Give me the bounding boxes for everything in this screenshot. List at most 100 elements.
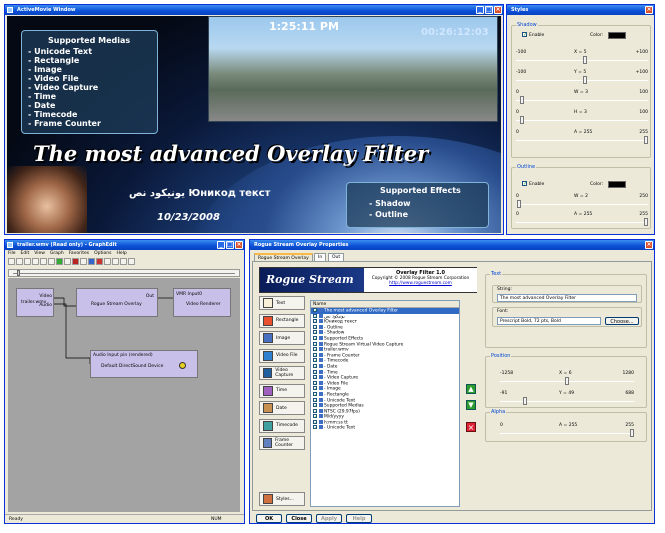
items-list[interactable]: Name ✓ The most advanced Overlay Filter ✓ ی… xyxy=(310,300,460,507)
add-video-file-button[interactable]: Video File xyxy=(259,348,305,363)
add-frame-counter-button[interactable]: Frame Counter xyxy=(259,436,305,450)
overlay-filter-node[interactable]: Rogue Stream Overlay Out xyxy=(76,288,158,317)
shadow-color-swatch[interactable] xyxy=(608,32,626,39)
vmr-input-pin[interactable]: VMR Input0 xyxy=(176,292,202,297)
add-timecode-button[interactable]: Timecode xyxy=(259,418,305,433)
save-icon[interactable] xyxy=(24,258,31,265)
source-video-pin[interactable]: Video xyxy=(39,294,52,299)
overlay-out-pin[interactable]: Out xyxy=(146,294,154,299)
string-input[interactable]: The most advanced Overlay Filter xyxy=(497,294,637,302)
ok-button[interactable]: OK xyxy=(256,514,282,523)
seek-bar[interactable] xyxy=(8,269,240,277)
menu-item-graph[interactable]: Graph xyxy=(50,251,64,256)
play-icon[interactable] xyxy=(56,258,63,265)
frame-step-icon[interactable] xyxy=(80,258,87,265)
check-icon[interactable]: ✓ xyxy=(313,369,317,374)
check-icon[interactable]: ✓ xyxy=(313,363,317,368)
check-icon[interactable]: ✓ xyxy=(313,308,317,313)
menu-item-edit[interactable]: Edit xyxy=(21,251,30,256)
check-icon[interactable]: ✓ xyxy=(313,347,317,352)
activemovie-window[interactable]: ActiveMovie Window _ □ × 1:25:11 PM 00:26:… xyxy=(4,4,504,235)
help-button[interactable]: Help xyxy=(346,514,372,523)
check-icon[interactable]: ✓ xyxy=(313,380,317,385)
seek-thumb[interactable] xyxy=(17,270,20,276)
properties-close-button[interactable]: × xyxy=(645,241,653,249)
slider-thumb[interactable] xyxy=(644,136,648,144)
refresh-icon[interactable] xyxy=(112,258,119,265)
styles-button[interactable]: Styles... xyxy=(259,492,305,506)
dsound-renderer-node[interactable]: Audio Input pin (rendered) Default Direct… xyxy=(90,350,198,378)
check-icon[interactable]: ✓ xyxy=(313,386,317,391)
slider-thumb[interactable] xyxy=(519,96,524,104)
tab-out[interactable]: Out xyxy=(328,253,345,261)
graphedit-window[interactable]: trailer.wmv (Read only) - GraphEdit _ □ × … xyxy=(4,239,245,524)
minimize-button[interactable]: _ xyxy=(476,6,484,14)
menu-item-options[interactable]: Options xyxy=(94,251,111,256)
styles-close-button[interactable]: × xyxy=(645,6,653,14)
record-icon[interactable] xyxy=(96,258,103,265)
open-icon[interactable] xyxy=(16,258,23,265)
properties-icon[interactable] xyxy=(128,258,135,265)
add-image-button[interactable]: Image xyxy=(259,331,305,345)
slider-thumb[interactable] xyxy=(583,56,588,64)
apply-button[interactable]: Apply xyxy=(316,514,342,523)
close-button[interactable]: × xyxy=(494,6,502,14)
slider-thumb[interactable] xyxy=(630,429,634,437)
list-item[interactable]: ✓ - Unicode Text xyxy=(311,425,459,431)
source-audio-pin[interactable]: Audio xyxy=(39,303,52,308)
move-down-icon[interactable]: ▼ xyxy=(466,400,476,410)
check-icon[interactable]: ✓ xyxy=(313,319,317,324)
outline-enable-checkbox[interactable]: ✓ Enable xyxy=(522,181,544,187)
check-icon[interactable]: ✓ xyxy=(313,324,317,329)
close-button[interactable]: Close xyxy=(286,514,312,523)
cut-icon[interactable] xyxy=(32,258,39,265)
about-url[interactable]: http://www.roguestream.com xyxy=(364,281,477,286)
filter-icon[interactable] xyxy=(104,258,111,265)
check-icon[interactable]: ✓ xyxy=(313,330,317,335)
check-icon[interactable]: ✓ xyxy=(313,419,317,424)
add-video-capture-button[interactable]: Video Capture xyxy=(259,366,305,380)
move-up-icon[interactable]: ▲ xyxy=(466,384,476,394)
pause-icon[interactable] xyxy=(64,258,71,265)
seek-icon[interactable] xyxy=(88,258,95,265)
outline-color-swatch[interactable] xyxy=(608,181,626,188)
check-icon[interactable]: ✓ xyxy=(313,397,317,402)
close-button[interactable]: × xyxy=(235,241,243,249)
check-icon[interactable]: ✓ xyxy=(313,403,317,408)
slider-thumb[interactable] xyxy=(644,218,648,226)
check-icon[interactable]: ✓ xyxy=(313,391,317,396)
shadow-enable-checkbox[interactable]: ✓ Enable xyxy=(522,32,544,38)
menu-item-help[interactable]: Help xyxy=(116,251,126,256)
graph-canvas[interactable]: trailer.wmv Video Audio Rogue Stream Overl… xyxy=(8,278,240,512)
paste-icon[interactable] xyxy=(48,258,55,265)
check-icon[interactable]: ✓ xyxy=(313,375,317,380)
minimize-button[interactable]: _ xyxy=(217,241,225,249)
add-rectangle-button[interactable]: Rectangle xyxy=(259,313,305,328)
styles-window[interactable]: Styles × Shadow ✓ Enable Color: -100 X = 5… xyxy=(506,4,655,235)
name-column-header[interactable]: Name xyxy=(311,301,459,308)
source-filter-node[interactable]: trailer.wmv Video Audio xyxy=(16,288,54,317)
slider-thumb[interactable] xyxy=(523,397,528,405)
slider-thumb[interactable] xyxy=(519,116,524,124)
menu-item-view[interactable]: View xyxy=(34,251,45,256)
check-icon[interactable]: ✓ xyxy=(313,414,317,419)
maximize-button[interactable]: □ xyxy=(226,241,234,249)
copy-icon[interactable] xyxy=(40,258,47,265)
stop-icon[interactable] xyxy=(72,258,79,265)
delete-icon[interactable]: × xyxy=(466,422,476,432)
slider-thumb[interactable] xyxy=(564,377,569,385)
tab-rogue-stream-overlay[interactable]: Rogue Stream Overlay xyxy=(254,253,313,261)
styles-titlebar[interactable]: Styles × xyxy=(507,5,654,15)
video-renderer-node[interactable]: VMR Input0 Video Renderer xyxy=(173,288,231,317)
add-text-button[interactable]: Text xyxy=(259,296,305,310)
check-icon[interactable]: ✓ xyxy=(313,341,317,346)
graphedit-titlebar[interactable]: trailer.wmv (Read only) - GraphEdit _ □ × xyxy=(5,240,244,250)
slider-thumb[interactable] xyxy=(583,76,588,84)
check-icon[interactable]: ✓ xyxy=(313,408,317,413)
check-icon[interactable]: ✓ xyxy=(313,335,317,340)
check-icon[interactable]: ✓ xyxy=(313,352,317,357)
add-date-button[interactable]: Date xyxy=(259,401,305,415)
maximize-button[interactable]: □ xyxy=(485,6,493,14)
activemovie-titlebar[interactable]: ActiveMovie Window _ □ × xyxy=(5,5,503,15)
menu-item-file[interactable]: File xyxy=(8,251,16,256)
